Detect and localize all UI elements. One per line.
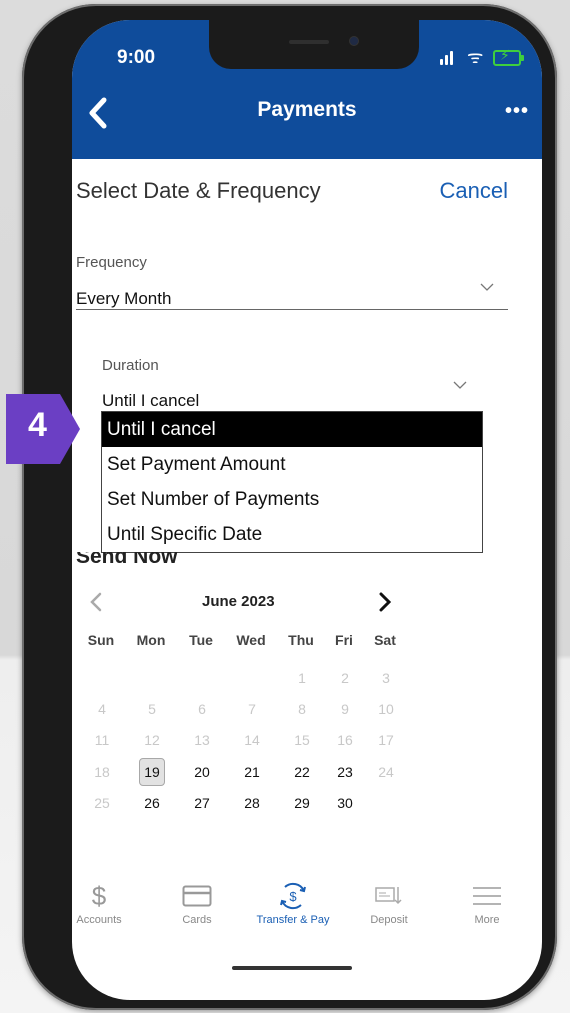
tab-label: Deposit — [370, 914, 408, 926]
calendar-day[interactable]: 28 — [236, 791, 268, 815]
duration-option-until-cancel[interactable]: Until I cancel — [102, 412, 482, 447]
calendar-day: 3 — [382, 670, 390, 686]
svg-text:$: $ — [289, 889, 297, 904]
calendar-day: 6 — [198, 701, 206, 717]
phone-notch — [209, 20, 419, 69]
calendar-day: 12 — [144, 732, 160, 748]
svg-text:$: $ — [92, 882, 107, 910]
frequency-select[interactable]: Every Month — [76, 289, 171, 309]
battery-tip — [521, 55, 524, 61]
calendar-day: 17 — [378, 732, 394, 748]
page-title: Payments — [257, 98, 357, 121]
tab-deposit[interactable]: Deposit — [349, 882, 429, 926]
transfer-pay-icon: $ — [253, 882, 333, 910]
calendar-day[interactable]: 30 — [329, 791, 361, 815]
weekday-label: Wed — [236, 632, 266, 648]
calendar-day: 11 — [94, 732, 110, 748]
calendar-day: 18 — [94, 764, 110, 780]
weekday-label: Sun — [87, 632, 115, 648]
tab-transfer-pay[interactable]: $ Transfer & Pay — [253, 882, 333, 926]
frequency-underline — [76, 309, 508, 310]
tab-cards[interactable]: Cards — [157, 882, 237, 926]
calendar-day: 4 — [98, 701, 106, 717]
menu-icon — [447, 882, 527, 910]
duration-option-number-of-payments[interactable]: Set Number of Payments — [102, 482, 482, 517]
calendar-day[interactable]: 26 — [136, 791, 168, 815]
calendar-day: 1 — [298, 670, 306, 686]
tab-more[interactable]: More — [447, 882, 527, 926]
tab-label: Cards — [182, 914, 212, 926]
tab-label: Transfer & Pay — [256, 914, 330, 926]
wifi-icon: ᯤ — [467, 47, 484, 68]
dollar-icon: $ — [59, 882, 139, 910]
calendar-day[interactable]: 23 — [329, 760, 361, 784]
step-number-badge: 4 — [6, 394, 92, 464]
weekday-label: Tue — [189, 632, 213, 648]
check-deposit-icon — [349, 882, 429, 910]
step-number: 4 — [28, 406, 47, 444]
card-icon — [157, 882, 237, 910]
calendar-day: 10 — [378, 701, 394, 717]
tab-label: Accounts — [76, 914, 122, 926]
tab-accounts[interactable]: $ Accounts — [59, 882, 139, 926]
calendar-day[interactable]: 21 — [236, 760, 268, 784]
calendar-day: 24 — [378, 764, 394, 780]
status-time: 9:00 — [117, 47, 156, 68]
weekday-label: Sat — [374, 632, 396, 648]
calendar-day[interactable]: 20 — [186, 760, 218, 784]
calendar-month-label: June 2023 — [202, 593, 275, 610]
weekday-label: Fri — [335, 632, 353, 648]
calendar-day: 8 — [298, 701, 306, 717]
calendar-day: 9 — [341, 701, 349, 717]
sheet-title: Select Date & Frequency — [76, 178, 321, 203]
duration-option-set-amount[interactable]: Set Payment Amount — [102, 447, 482, 482]
home-indicator — [232, 966, 352, 970]
calendar-day[interactable]: 29 — [286, 791, 318, 815]
status-icons: ᯤ ⚡ — [440, 47, 540, 69]
weekday-label: Thu — [288, 632, 314, 648]
frequency-label: Frequency — [76, 254, 147, 271]
more-options-button[interactable]: ••• — [502, 100, 532, 124]
speaker-grille — [289, 40, 329, 44]
tab-label: More — [474, 914, 500, 926]
camera-dot — [350, 37, 358, 45]
signal-icon — [440, 47, 460, 65]
calendar-day: 13 — [194, 732, 210, 748]
cancel-button[interactable]: Cancel — [440, 178, 508, 204]
duration-dropdown: Until I cancel Set Payment Amount Set Nu… — [101, 411, 483, 553]
duration-select[interactable]: Until I cancel — [102, 391, 199, 411]
calendar-day: 16 — [337, 732, 353, 748]
next-month-button[interactable] — [375, 591, 395, 613]
calendar-day: 15 — [294, 732, 310, 748]
chevron-down-icon — [480, 283, 494, 291]
calendar-day: 5 — [148, 701, 156, 717]
duration-label: Duration — [102, 357, 159, 374]
prev-month-button[interactable] — [86, 591, 106, 613]
calendar-day: 7 — [248, 701, 256, 717]
calendar-day: 25 — [94, 795, 110, 811]
calendar-day-today[interactable]: 19 — [139, 758, 165, 786]
weekday-label: Mon — [136, 632, 166, 648]
calendar-day: 14 — [244, 732, 260, 748]
calendar-day[interactable]: 22 — [286, 760, 318, 784]
calendar-day[interactable]: 27 — [186, 791, 218, 815]
duration-option-specific-date[interactable]: Until Specific Date — [102, 517, 482, 552]
chevron-down-icon — [453, 381, 467, 389]
battery-icon: ⚡ — [493, 48, 521, 66]
calendar-day: 2 — [341, 670, 349, 686]
